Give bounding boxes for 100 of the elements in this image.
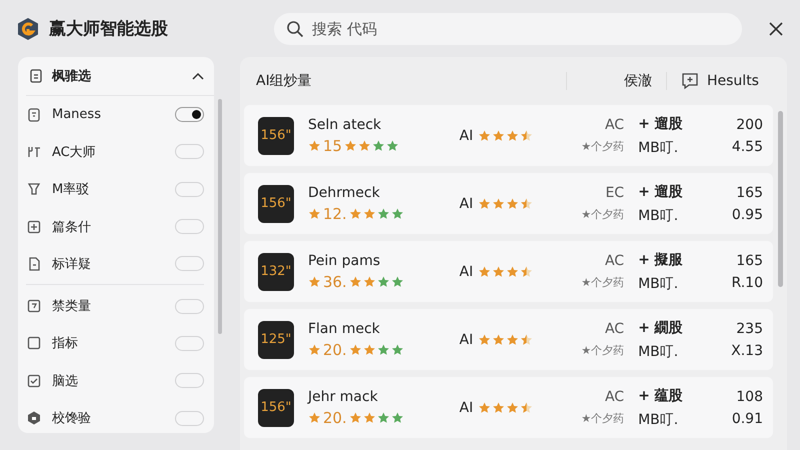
toggle-switch[interactable] (175, 219, 204, 234)
change-text: 0.91 (732, 410, 763, 426)
star-icon (376, 344, 390, 356)
box-icon (26, 298, 42, 314)
stock-row[interactable]: 132" Pein pams 36. AI AC ★个夕药 + 擬服 MB叮. 165 R.10 (244, 241, 773, 302)
score-text: 20. (322, 340, 347, 358)
toggle-switch[interactable] (175, 298, 204, 314)
note-icon (26, 106, 42, 123)
search-field[interactable]: 搜索 代码 (274, 12, 742, 44)
panel-title: 枫骓选 (52, 68, 92, 85)
code-text: AC (604, 389, 624, 405)
star-icon (308, 344, 321, 356)
stock-name: Seln ateck (308, 116, 382, 132)
scrollbar[interactable] (218, 99, 222, 334)
checkbox-icon (26, 372, 42, 389)
star-icon (308, 276, 321, 288)
star-icon (390, 276, 404, 288)
add-stock-link[interactable]: + 蕴股 (638, 386, 716, 404)
toggle-switch[interactable] (175, 144, 204, 160)
star-icon (376, 208, 390, 220)
star-icon (376, 276, 390, 288)
filter-label: 标详疑 (52, 256, 92, 273)
filter-icon (26, 181, 42, 198)
stock-name: Jehr mack (308, 388, 379, 404)
stock-name: Pein pams (308, 252, 382, 268)
note-text: ★个夕药 (581, 411, 624, 426)
code-text: AC (604, 117, 624, 133)
change-text: X.13 (731, 342, 763, 358)
column-header: Hesults (707, 73, 759, 89)
star-icon (520, 198, 534, 210)
unit-text: MB叮. (638, 342, 680, 360)
star-icon (390, 412, 404, 424)
toggle-switch[interactable] (175, 336, 204, 351)
scrollbar[interactable] (778, 111, 783, 287)
star-icon (492, 130, 506, 142)
stock-row[interactable]: 156" Seln ateck 15 AI AC ★个夕药 + 遛股 MB叮. 200 4.55 (244, 105, 773, 166)
change-text: R.10 (732, 274, 763, 290)
star-icon (362, 208, 376, 220)
ai-label: AI (459, 264, 474, 280)
star-icon (348, 412, 362, 424)
star-icon (308, 208, 321, 220)
star-icon (520, 334, 534, 346)
star-icon (376, 412, 390, 424)
filter-label: AC大师 (52, 144, 97, 161)
star-icon (348, 276, 362, 288)
star-icon (520, 130, 534, 142)
column-header: AI组炒量 (256, 72, 567, 90)
toggle-switch[interactable] (175, 182, 204, 197)
star-icon (478, 334, 492, 346)
star-icon (348, 208, 362, 220)
ai-label: AI (459, 332, 474, 348)
unit-text: MB叮. (638, 410, 680, 428)
filter-label: Maness (52, 107, 102, 122)
note-text: ★个夕药 (581, 343, 624, 358)
close-icon (768, 20, 784, 36)
score-text: 36. (322, 272, 347, 290)
note-text: ★个夕药 (581, 275, 624, 290)
star-icon (308, 412, 321, 424)
filter-label: 校馋验 (52, 410, 92, 428)
star-icon (478, 402, 492, 414)
score-text: 20. (322, 408, 347, 426)
star-icon (478, 198, 492, 210)
value-text: 235 (736, 320, 763, 336)
star-icon (386, 140, 400, 152)
collapse-button[interactable] (190, 70, 206, 82)
chat-plus-icon (681, 72, 699, 90)
code-text: EC (605, 185, 624, 201)
toggle-switch[interactable] (175, 107, 204, 122)
logo-icon (17, 16, 39, 40)
stock-badge: 156" (258, 388, 294, 426)
hexagon-icon (26, 410, 42, 426)
toggle-switch[interactable] (175, 410, 204, 426)
unit-text: MB叮. (638, 138, 680, 156)
value-text: 165 (736, 252, 763, 268)
stock-name: Flan meck (308, 320, 381, 336)
star-icon (492, 266, 506, 278)
stock-row[interactable]: 125" Flan meck 20. AI AC ★个夕药 + 繝股 MB叮. 235 X.13 (244, 309, 773, 370)
stock-row[interactable]: 156" Dehrmeck 12. AI EC ★个夕药 + 遛股 MB叮. 165 0.95 (244, 173, 773, 234)
star-icon (372, 140, 386, 152)
add-stock-link[interactable]: + 擬服 (638, 250, 716, 268)
score-text: 12. (322, 204, 347, 222)
chevron-up-icon (192, 72, 204, 80)
plus-box-icon (26, 218, 42, 235)
add-stock-link[interactable]: + 繝股 (638, 318, 716, 336)
add-stock-link[interactable]: + 遛股 (638, 182, 716, 200)
value-text: 165 (736, 184, 763, 200)
column-header: 侯澈 (582, 72, 667, 90)
star-icon (520, 266, 534, 278)
star-icon (520, 402, 534, 414)
stock-row[interactable]: 156" Jehr mack 20. AI AC ★个夕药 + 蕴股 MB叮. 108 0.91 (244, 377, 773, 438)
note-text: ★个夕药 (581, 139, 624, 154)
star-icon (362, 344, 376, 356)
stock-badge: 125" (258, 320, 294, 358)
code-text: AC (604, 253, 624, 269)
add-stock-link[interactable]: + 遛股 (638, 114, 716, 132)
toggle-switch[interactable] (175, 256, 204, 272)
toggle-switch[interactable] (175, 373, 204, 388)
filter-label: 指标 (52, 335, 79, 352)
stock-badge: 156" (258, 184, 294, 222)
code-text: AC (604, 321, 624, 337)
